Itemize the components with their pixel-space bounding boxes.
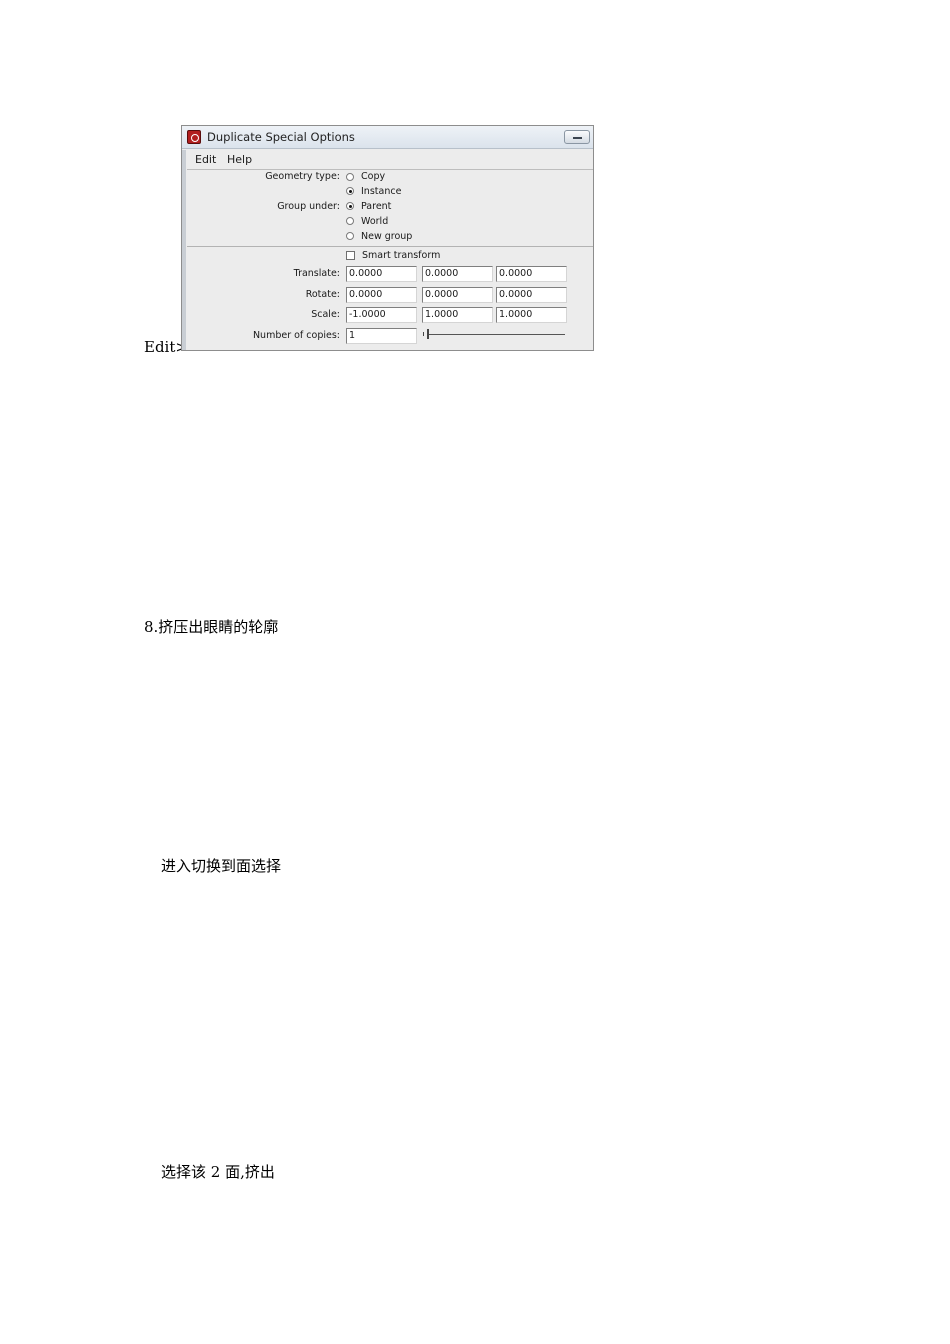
smart-transform-checkbox[interactable] — [346, 251, 355, 260]
section-divider — [187, 246, 593, 247]
option-copy-label: Copy — [361, 171, 386, 182]
number-of-copies-field[interactable]: 1 — [346, 328, 417, 344]
option-new-group-label: New group — [361, 231, 413, 242]
dialog-title: Duplicate Special Options — [207, 130, 355, 144]
dialog-left-rail — [182, 150, 186, 350]
instruction-face-select: 进入切换到面选择 — [161, 857, 282, 875]
scale-x-field[interactable]: -1.0000 — [346, 307, 417, 323]
scale-label: Scale: — [311, 309, 340, 320]
scale-y-field[interactable]: 1.0000 — [422, 307, 493, 323]
minimize-button[interactable] — [564, 130, 590, 144]
instruction-extrude: 选择该 2 面,挤出 — [161, 1163, 275, 1181]
slider-tick — [423, 332, 424, 336]
rotate-y-field[interactable]: 0.0000 — [422, 287, 493, 303]
number-of-copies-label: Number of copies: — [252, 330, 340, 341]
smart-transform-label: Smart transform — [362, 250, 441, 261]
radio-world[interactable] — [346, 217, 354, 225]
option-world-label: World — [361, 216, 389, 227]
dialog-menubar: Edit Help — [187, 150, 593, 170]
copies-slider-handle[interactable] — [427, 329, 429, 339]
translate-x-field[interactable]: 0.0000 — [346, 266, 417, 282]
duplicate-special-options-dialog: Duplicate Special Options Edit Help Geom… — [181, 125, 594, 351]
step-8-heading: 8.挤压出眼睛的轮廓 — [144, 618, 279, 636]
radio-instance[interactable] — [346, 187, 354, 195]
maya-app-icon — [187, 130, 201, 144]
option-instance-label: Instance — [361, 186, 402, 197]
radio-new-group[interactable] — [346, 232, 354, 240]
copies-slider-track[interactable] — [427, 334, 565, 335]
translate-label: Translate: — [293, 268, 340, 279]
radio-copy[interactable] — [346, 173, 354, 181]
translate-y-field[interactable]: 0.0000 — [422, 266, 493, 282]
option-parent-label: Parent — [361, 201, 392, 212]
scale-z-field[interactable]: 1.0000 — [496, 307, 567, 323]
radio-parent[interactable] — [346, 202, 354, 210]
geometry-type-label: Geometry type: — [265, 171, 340, 182]
rotate-z-field[interactable]: 0.0000 — [496, 287, 567, 303]
dialog-titlebar: Duplicate Special Options — [182, 126, 593, 149]
rotate-label: Rotate: — [305, 289, 340, 300]
menu-edit[interactable]: Edit — [195, 153, 216, 166]
menu-help[interactable]: Help — [227, 153, 252, 166]
rotate-x-field[interactable]: 0.0000 — [346, 287, 417, 303]
group-under-label: Group under: — [277, 201, 340, 212]
translate-z-field[interactable]: 0.0000 — [496, 266, 567, 282]
